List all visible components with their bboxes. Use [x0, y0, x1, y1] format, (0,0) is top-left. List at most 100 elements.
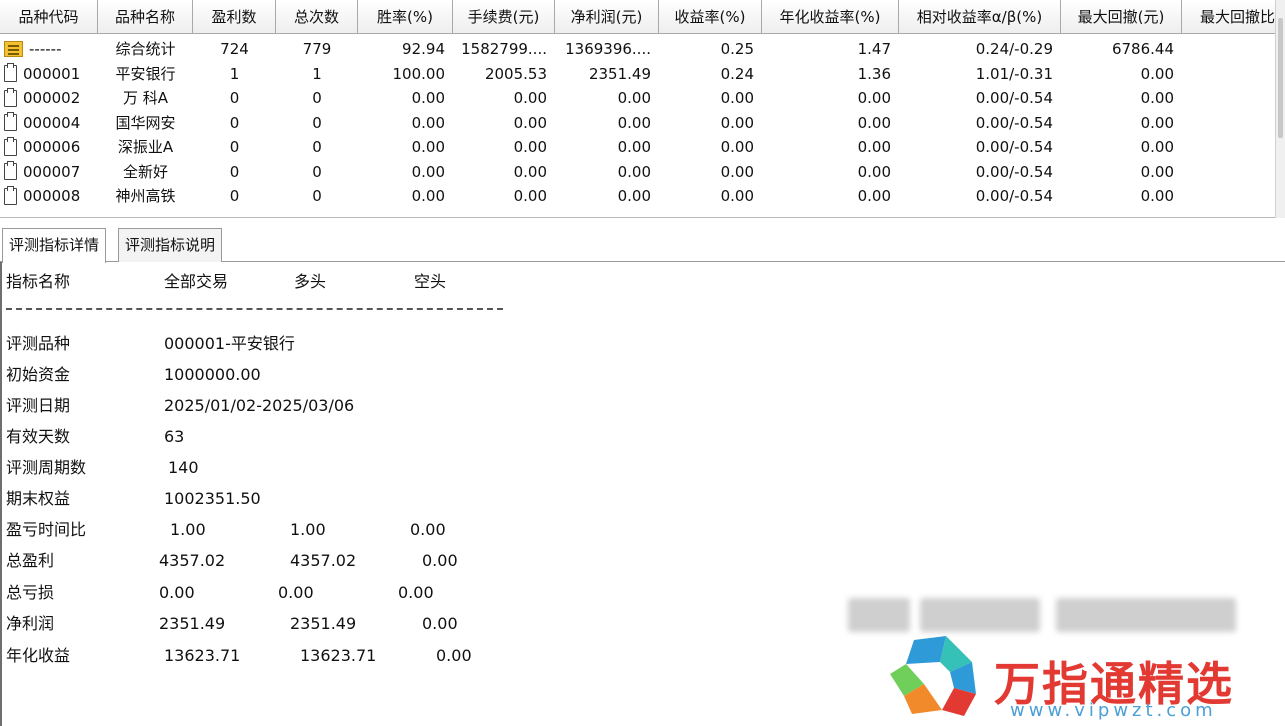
value-all-trades: 1002351.50	[164, 489, 261, 508]
cell-10: 0.00	[1140, 64, 1174, 83]
cell-11: 0	[1182, 62, 1275, 87]
cell-code: 000001	[0, 62, 98, 87]
cell-8: 0.00	[857, 113, 891, 132]
metric-row: 有效天数 63	[6, 425, 506, 449]
cell-3: 779	[302, 40, 332, 58]
value-long: 4357.02	[290, 551, 357, 570]
metric-row: 总亏损 0.00 0.00 0.00	[6, 581, 506, 605]
column-header[interactable]: 总次数	[276, 0, 358, 34]
column-header[interactable]: 品种代码	[0, 0, 98, 34]
table-row[interactable]: 000002 万 科A 0 0 0.00 0.00 0.00 0.00 0.00 0.00/-0.…	[0, 86, 1275, 111]
table-row[interactable]: 000006 深振业A 0 0 0.00 0.00 0.00 0.00 0.00 0.00/-0.…	[0, 135, 1275, 160]
cell-5: 0.00	[513, 162, 547, 181]
value-all-trades: 140	[168, 458, 199, 477]
table-row[interactable]: 000008 神州高铁 0 0 0.00 0.00 0.00 0.00 0.00 0.00/-0.…	[0, 184, 1275, 209]
header-short: 空头	[414, 272, 447, 291]
column-header[interactable]: 相对收益率α/β(%)	[899, 0, 1061, 34]
value-all-trades: 0.00	[159, 583, 195, 602]
result-table: 品种代码 品种名称 盈利数 总次数 胜率(%) 手续费(元) 净利润(元) 收益率(%) 年化收…	[0, 0, 1275, 218]
cell-9: 1.01/-0.31	[975, 64, 1053, 83]
cell-10: 6786.44	[1111, 40, 1174, 58]
column-header[interactable]: 胜率(%)	[358, 0, 453, 34]
metric-label: 评测周期数	[6, 458, 87, 477]
cell-code: ------	[0, 37, 98, 62]
header-metric-name: 指标名称	[6, 272, 71, 291]
table-row[interactable]: 000001 平安银行 1 1 100.00 2005.53 2351.49 0.24 1.36…	[0, 62, 1275, 87]
metric-row: 评测品种 000001-平安银行	[6, 332, 506, 356]
cell-5: 0.00	[513, 113, 547, 132]
tab-metric-explanation[interactable]: 评测指标说明	[118, 228, 223, 262]
column-header[interactable]: 年化收益率(%)	[762, 0, 899, 34]
tab-metric-details[interactable]: 评测指标详情	[2, 228, 107, 263]
cell-2: 0	[229, 113, 240, 132]
cell-code: 000007	[0, 160, 98, 185]
metric-row: 净利润 2351.49 2351.49 0.00	[6, 612, 506, 636]
metric-row: 评测日期 2025/01/02-2025/03/06	[6, 394, 506, 418]
value-long: 13623.71	[300, 646, 377, 665]
value-short: 0.00	[398, 583, 434, 602]
cell-11: 0	[1182, 37, 1275, 62]
cell-8: 0.00	[857, 162, 891, 181]
column-header[interactable]: 净利润(元)	[555, 0, 659, 34]
summary-icon	[4, 41, 23, 58]
metric-row: 评测周期数 140	[6, 456, 506, 480]
value-short: 0.00	[422, 551, 458, 570]
cell-4: 92.94	[402, 40, 445, 58]
value-all-trades: 1.00	[170, 520, 206, 539]
cell-5: 0.00	[513, 89, 547, 107]
cell-7: 0.24	[720, 64, 754, 83]
metric-label: 净利润	[6, 614, 55, 633]
cell-3: 0	[312, 113, 322, 132]
value-all-trades: 1000000.00	[164, 365, 261, 384]
cell-1: 国华网安	[115, 113, 176, 132]
metric-row: 总盈利 4357.02 4357.02 0.00	[6, 549, 506, 573]
value-long: 0.00	[278, 583, 314, 602]
metric-row: 期末权益 1002351.50	[6, 487, 506, 511]
cell-1: 神州高铁	[115, 187, 176, 205]
cell-11: 0	[1182, 86, 1275, 111]
scrollbar-thumb[interactable]	[1278, 18, 1283, 138]
cell-11: 0	[1182, 135, 1275, 160]
cell-6: 0.00	[617, 162, 651, 181]
metric-label: 评测日期	[6, 396, 71, 415]
value-all-trades: 13623.71	[164, 646, 241, 665]
value-all-trades: 63	[164, 427, 185, 446]
column-header[interactable]: 收益率(%)	[659, 0, 762, 34]
value-long: 2351.49	[290, 614, 357, 633]
table-row[interactable]: 000004 国华网安 0 0 0.00 0.00 0.00 0.00 0.00 0.00/-0.…	[0, 111, 1275, 136]
metric-row: 初始资金 1000000.00	[6, 363, 506, 387]
cell-code: 000006	[0, 135, 98, 160]
details-header-row: 指标名称 全部交易 多头 空头	[6, 270, 486, 294]
value-short: 0.00	[436, 646, 472, 665]
document-icon	[4, 112, 17, 132]
cell-3: 1	[312, 64, 322, 83]
value-long: 1.00	[290, 520, 326, 539]
cell-7: 0.00	[720, 89, 754, 107]
cell-1: 综合统计	[115, 40, 176, 58]
document-icon	[4, 87, 17, 107]
blurred-text	[848, 598, 910, 632]
blurred-text	[1056, 598, 1236, 632]
column-header[interactable]: 最大回撤(元)	[1061, 0, 1182, 34]
metric-label: 盈亏时间比	[6, 520, 87, 539]
column-header[interactable]: 品种名称	[98, 0, 193, 34]
cell-10: 0.00	[1140, 138, 1174, 156]
cell-11: 0	[1182, 111, 1275, 136]
metric-row: 年化收益 13623.71 13623.71 0.00	[6, 644, 506, 668]
column-header[interactable]: 最大回撤比	[1182, 0, 1275, 34]
metric-label: 初始资金	[6, 365, 71, 384]
cell-code: 000004	[0, 111, 98, 136]
table-row[interactable]: ------ 综合统计 724 779 92.94 1582799.... 1369396.…	[0, 37, 1275, 62]
table-body: ------ 综合统计 724 779 92.94 1582799.... 1369396.…	[0, 37, 1275, 209]
cell-10: 0.00	[1140, 89, 1174, 107]
blurred-text	[920, 598, 1040, 632]
table-row[interactable]: 000007 全新好 0 0 0.00 0.00 0.00 0.00 0.00 0.00/-0.5…	[0, 160, 1275, 185]
column-header[interactable]: 手续费(元)	[453, 0, 555, 34]
cell-6: 2351.49	[588, 64, 651, 83]
cell-7: 0.00	[720, 162, 754, 181]
column-header[interactable]: 盈利数	[193, 0, 276, 34]
table-vertical-scrollbar[interactable]	[1275, 0, 1285, 218]
cell-5: 2005.53	[484, 64, 547, 83]
cell-2: 0	[229, 187, 240, 205]
cell-9: 0.00/-0.54	[975, 138, 1053, 156]
